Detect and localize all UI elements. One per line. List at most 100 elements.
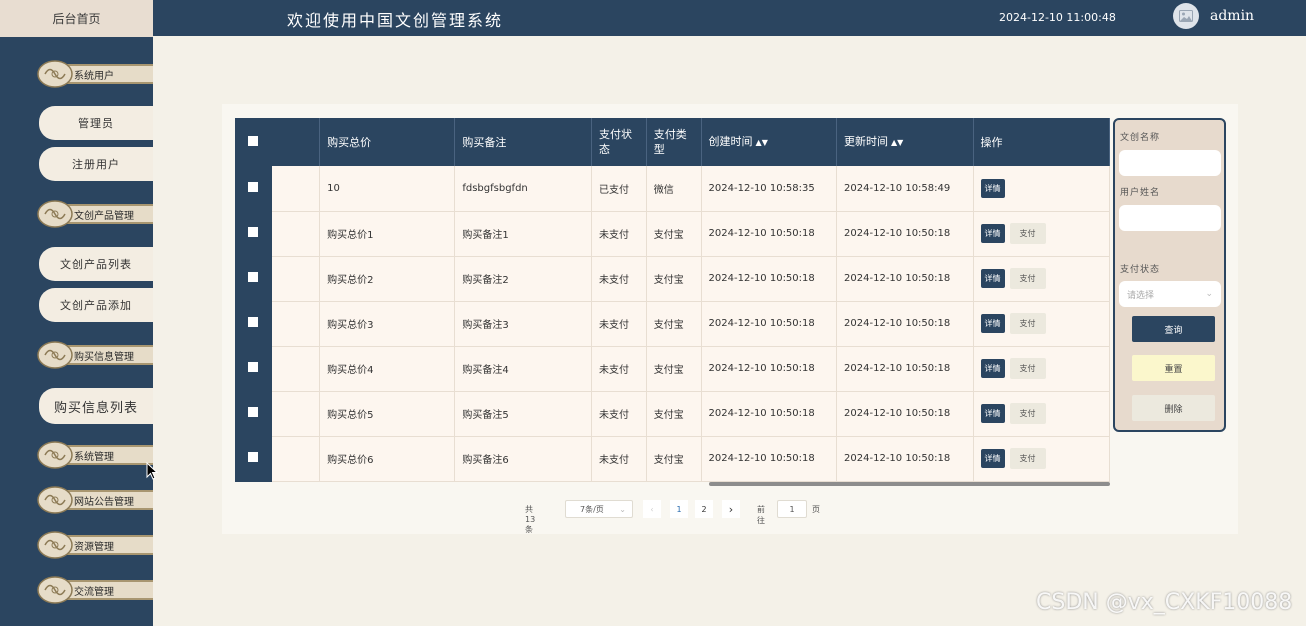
row-checkbox[interactable] — [235, 166, 273, 212]
pay-button[interactable]: 支付 — [1009, 223, 1046, 244]
header-created-time[interactable]: 创建时间 ▲▼ — [701, 118, 838, 166]
row-checkbox[interactable] — [235, 301, 273, 347]
cell-updated-time: 2024-12-10 10:50:18 — [836, 391, 974, 437]
checkbox-icon[interactable] — [248, 362, 259, 372]
pay-status-select[interactable]: 请选择 ⌄ — [1119, 281, 1221, 307]
cell-updated-time: 2024-12-10 10:50:18 — [836, 346, 974, 392]
checkbox-icon[interactable] — [248, 181, 259, 192]
cloud-ornament-icon — [37, 441, 73, 469]
cell-pay-status: 未支付 — [591, 391, 647, 437]
product-name-label: 文创名称 — [1120, 133, 1161, 143]
index-cell — [271, 256, 321, 302]
detail-button[interactable]: 详情 — [980, 224, 1005, 243]
row-checkbox[interactable] — [235, 346, 273, 392]
pay-button[interactable]: 支付 — [1009, 448, 1046, 469]
pay-button[interactable]: 支付 — [1009, 358, 1046, 379]
cell-created-time: 2024-12-10 10:50:18 — [701, 301, 838, 347]
sidebar-item-admin[interactable]: 管理员 — [39, 106, 153, 140]
avatar[interactable] — [1173, 3, 1199, 29]
menu-product-management[interactable]: 文创产品管理 — [36, 196, 153, 232]
menu-communication-management[interactable]: 交流管理 — [36, 572, 153, 608]
menu-system-users[interactable]: 系统用户 — [36, 56, 153, 92]
index-cell — [271, 391, 321, 437]
index-cell — [271, 346, 321, 392]
detail-button[interactable]: 详情 — [980, 178, 1005, 198]
image-icon — [1179, 7, 1193, 26]
row-checkbox[interactable] — [235, 436, 273, 482]
product-name-input[interactable] — [1119, 150, 1221, 176]
header-updated-time[interactable]: 更新时间 ▲▼ — [836, 118, 974, 166]
page-size-select[interactable]: 7条/页 ⌄ — [565, 500, 633, 518]
cell-pay-type: 支付宝 — [646, 391, 702, 437]
pay-button[interactable]: 支付 — [1009, 268, 1046, 289]
user-name-input[interactable] — [1119, 205, 1221, 231]
username[interactable]: admin — [1210, 8, 1254, 24]
menu-label: 购买信息管理 — [74, 352, 134, 363]
cell-total-price: 10 — [319, 166, 456, 212]
cell-remark: 购买备注4 — [454, 346, 592, 392]
horizontal-scrollbar[interactable] — [709, 482, 1110, 486]
cell-updated-time: 2024-12-10 10:50:18 — [836, 436, 974, 482]
cell-remark: fdsbgfsbgfdn — [454, 166, 592, 212]
user-name-label: 用户姓名 — [1120, 188, 1161, 198]
select-all-checkbox[interactable] — [235, 118, 273, 166]
row-checkbox[interactable] — [235, 391, 273, 437]
menu-system-management[interactable]: 系统管理 — [36, 437, 153, 473]
prev-page-button[interactable]: ‹ — [643, 500, 661, 518]
menu-announcement-management[interactable]: 网站公告管理 — [36, 482, 153, 518]
detail-button[interactable]: 详情 — [980, 314, 1005, 333]
cell-updated-time: 2024-12-10 10:50:18 — [836, 301, 974, 347]
mouse-cursor-icon — [146, 462, 158, 480]
sidebar-item-registered-users[interactable]: 注册用户 — [39, 147, 153, 181]
cell-created-time: 2024-12-10 10:50:18 — [701, 256, 838, 302]
home-tab[interactable]: 后台首页 — [0, 0, 153, 37]
row-checkbox[interactable] — [235, 211, 273, 257]
checkbox-icon[interactable] — [248, 227, 259, 237]
sidebar-item-purchase-list[interactable]: 购买信息列表 — [39, 388, 153, 424]
sidebar-item-product-list[interactable]: 文创产品列表 — [39, 247, 153, 281]
cell-created-time: 2024-12-10 10:50:18 — [701, 346, 838, 392]
cell-total-price: 购买总价2 — [319, 256, 456, 302]
detail-button[interactable]: 详情 — [980, 404, 1005, 423]
goto-page-input[interactable]: 1 — [777, 500, 807, 518]
sort-icon[interactable]: ▲▼ — [756, 138, 768, 147]
sidebar-item-product-add[interactable]: 文创产品添加 — [39, 288, 153, 322]
cell-remark: 购买备注2 — [454, 256, 592, 302]
next-page-button[interactable]: › — [722, 500, 740, 518]
checkbox-icon[interactable] — [248, 272, 259, 282]
checkbox-icon[interactable] — [248, 317, 259, 327]
checkbox-icon[interactable] — [248, 135, 259, 146]
detail-button[interactable]: 详情 — [980, 269, 1005, 288]
delete-button[interactable]: 删除 — [1132, 395, 1215, 421]
pay-button[interactable]: 支付 — [1009, 313, 1046, 334]
query-button[interactable]: 查询 — [1132, 316, 1215, 342]
cloud-ornament-icon — [37, 531, 73, 559]
cell-actions: 详情 支付 — [973, 436, 1110, 482]
menu-label: 文创产品管理 — [74, 211, 134, 222]
reset-button[interactable]: 重置 — [1132, 355, 1215, 381]
cell-updated-time: 2024-12-10 10:50:18 — [836, 211, 974, 257]
page-1-button[interactable]: 1 — [670, 500, 688, 518]
menu-label: 网站公告管理 — [74, 497, 134, 508]
menu-purchase-management[interactable]: 购买信息管理 — [36, 337, 153, 373]
checkbox-icon[interactable] — [248, 452, 259, 462]
row-checkbox[interactable] — [235, 256, 273, 302]
checkbox-icon[interactable] — [248, 407, 259, 417]
page-2-button[interactable]: 2 — [695, 500, 713, 518]
detail-button[interactable]: 详情 — [980, 449, 1005, 468]
table-row: 10 fdsbgfsbgfdn 已支付 微信 2024-12-10 10:58:… — [235, 166, 1110, 212]
cell-actions: 详情 支付 — [973, 211, 1110, 257]
table-row: 购买总价2 购买备注2 未支付 支付宝 2024-12-10 10:50:18 … — [235, 256, 1110, 302]
cell-pay-type: 微信 — [646, 166, 702, 212]
table-header-row: 购买总价 购买备注 支付状态 支付类型 创建时间 ▲▼ 更新时间 ▲▼ 操作 — [235, 118, 1110, 166]
pay-button[interactable]: 支付 — [1009, 403, 1046, 424]
cell-actions: 详情 支付 — [973, 391, 1110, 437]
sort-icon[interactable]: ▲▼ — [891, 138, 903, 147]
menu-label: 系统管理 — [74, 452, 114, 463]
cell-actions: 详情 支付 — [973, 346, 1110, 392]
index-cell — [271, 301, 321, 347]
menu-resource-management[interactable]: 资源管理 — [36, 527, 153, 563]
cloud-ornament-icon — [37, 341, 73, 369]
cell-total-price: 购买总价1 — [319, 211, 456, 257]
detail-button[interactable]: 详情 — [980, 359, 1005, 378]
